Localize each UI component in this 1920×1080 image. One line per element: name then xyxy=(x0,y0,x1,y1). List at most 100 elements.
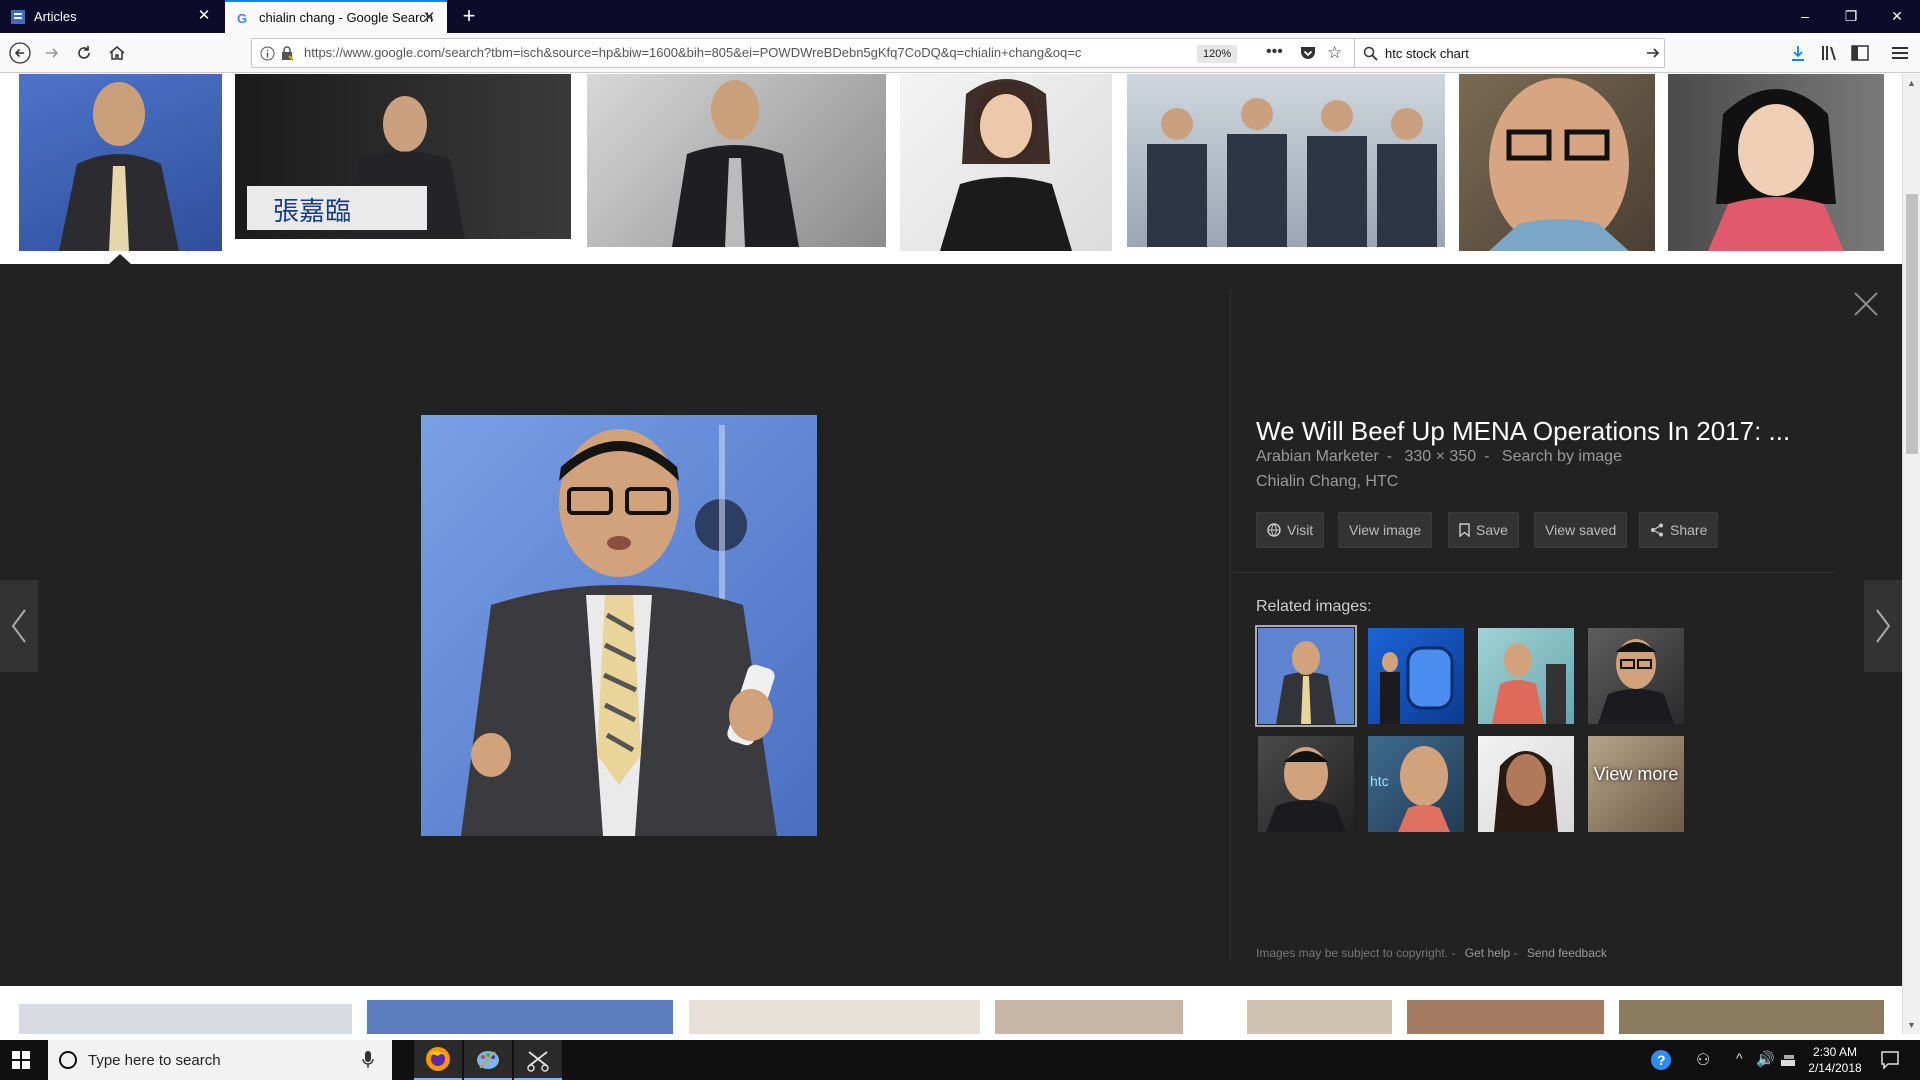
volume-icon[interactable]: 🔊 xyxy=(1756,1050,1775,1068)
image-preview-panel xyxy=(0,264,1902,986)
previous-image-button[interactable] xyxy=(0,580,38,672)
scroll-down-icon[interactable]: ▼ xyxy=(1907,1020,1916,1030)
preview-description: Chialin Chang, HTC xyxy=(1256,473,1399,490)
related-image[interactable] xyxy=(1478,628,1574,724)
restore-window-icon[interactable]: ❐ xyxy=(1828,0,1874,33)
result-thumbnail[interactable] xyxy=(995,1000,1183,1034)
menu-icon[interactable] xyxy=(1886,39,1914,67)
show-hidden-icons-icon[interactable]: ^ xyxy=(1736,1050,1743,1066)
related-image[interactable]: htc xyxy=(1368,736,1464,832)
result-thumbnail[interactable] xyxy=(689,1000,980,1034)
forward-button[interactable] xyxy=(38,39,66,67)
result-thumbnail[interactable] xyxy=(1459,74,1655,251)
info-icon[interactable] xyxy=(260,46,275,66)
preview-title[interactable]: We Will Beef Up MENA Operations In 2017:… xyxy=(1256,416,1790,447)
preview-divider xyxy=(1230,290,1231,960)
related-image-logo-text: htc xyxy=(1370,773,1389,789)
result-thumbnail[interactable] xyxy=(900,74,1112,251)
result-thumbnail[interactable] xyxy=(1247,1000,1392,1034)
snipping-tool-taskbar-icon[interactable] xyxy=(514,1040,562,1080)
view-more-label: View more xyxy=(1593,764,1679,784)
related-image[interactable] xyxy=(1258,736,1354,832)
source-site[interactable]: Arabian Marketer xyxy=(1256,448,1379,465)
tab-strip: Articles ✕ G chialin chang - Google Sear… xyxy=(0,0,1920,33)
taskbar-search-placeholder: Type here to search xyxy=(88,1052,221,1069)
library-icon[interactable] xyxy=(1815,39,1843,67)
reload-button[interactable] xyxy=(70,39,98,67)
close-window-icon[interactable]: ✕ xyxy=(1874,0,1920,33)
related-image[interactable] xyxy=(1478,736,1574,832)
result-thumbnail[interactable] xyxy=(19,74,222,251)
related-image[interactable] xyxy=(1588,628,1684,724)
next-image-button[interactable] xyxy=(1864,580,1902,672)
tab-articles[interactable]: Articles ✕ xyxy=(0,0,222,33)
downloads-icon[interactable] xyxy=(1784,39,1812,67)
view-saved-button[interactable]: View saved xyxy=(1534,512,1628,548)
url-bar[interactable]: https://www.google.com/search?tbm=isch&s… xyxy=(251,38,1361,68)
page-actions-icon[interactable]: ••• xyxy=(1266,43,1283,61)
svg-text:?: ? xyxy=(1657,1052,1666,1068)
share-button[interactable]: Share xyxy=(1639,512,1719,548)
search-by-image-link[interactable]: Search by image xyxy=(1502,448,1622,465)
search-bar[interactable]: htc stock chart xyxy=(1354,38,1665,68)
people-icon[interactable]: ⚇ xyxy=(1696,1050,1710,1070)
result-thumbnail[interactable] xyxy=(19,1004,352,1034)
close-tab-icon[interactable]: ✕ xyxy=(421,10,437,26)
home-button[interactable] xyxy=(103,39,131,67)
footer-separator: - xyxy=(1513,946,1518,960)
google-images-results: 張嘉臨 xyxy=(0,74,1902,1034)
system-clock[interactable]: 2:30 AM 2/14/2018 xyxy=(1800,1044,1870,1076)
clock-time: 2:30 AM xyxy=(1812,1045,1858,1059)
result-thumbnail[interactable] xyxy=(367,1000,673,1034)
scroll-up-icon[interactable]: ▲ xyxy=(1907,78,1916,88)
back-button[interactable] xyxy=(6,39,34,67)
visit-button[interactable]: Visit xyxy=(1256,512,1325,548)
result-thumbnail[interactable] xyxy=(1127,74,1445,247)
search-go-arrow-icon[interactable] xyxy=(1645,45,1661,66)
bookmark-star-icon[interactable]: ☆ xyxy=(1327,43,1342,63)
windows-taskbar: Type here to search ? ⚇ ^ 🔊 2:30 AM 2/14… xyxy=(0,1040,1920,1080)
preview-meta: Arabian Marketer - 330 × 350- Search by i… xyxy=(1256,448,1630,466)
page-scrollbar[interactable]: ▲ ▼ xyxy=(1902,74,1920,1034)
result-thumbnail[interactable]: 張嘉臨 xyxy=(235,74,571,239)
preview-main-image[interactable] xyxy=(421,415,817,836)
paint-taskbar-icon[interactable] xyxy=(464,1040,512,1080)
result-thumbnail[interactable] xyxy=(1407,1000,1604,1034)
related-image[interactable] xyxy=(1368,628,1464,724)
microphone-icon[interactable] xyxy=(362,1051,374,1074)
send-feedback-link[interactable]: Send feedback xyxy=(1527,946,1607,960)
get-help-link[interactable]: Get help xyxy=(1465,946,1510,960)
zoom-level-badge[interactable]: 120% xyxy=(1197,45,1238,63)
svg-text:G: G xyxy=(237,11,247,25)
related-image[interactable] xyxy=(1255,625,1357,727)
meta-separator: - xyxy=(1386,448,1393,465)
network-icon[interactable] xyxy=(1780,1051,1796,1072)
result-thumbnail[interactable] xyxy=(587,74,886,247)
tab-google-search[interactable]: G chialin chang - Google Search ✕ xyxy=(225,0,447,33)
help-icon[interactable]: ? xyxy=(1650,1049,1672,1076)
close-preview-icon[interactable] xyxy=(1852,290,1880,318)
pocket-icon[interactable] xyxy=(1300,46,1316,66)
save-button[interactable]: Save xyxy=(1448,512,1519,548)
lock-icon[interactable] xyxy=(280,46,294,66)
info-separator xyxy=(1233,572,1835,573)
minimize-window-icon[interactable]: – xyxy=(1782,0,1828,33)
result-thumbnail[interactable] xyxy=(1619,1000,1884,1034)
new-tab-button[interactable]: + xyxy=(455,3,483,31)
scrollbar-thumb[interactable] xyxy=(1906,194,1918,454)
view-image-button[interactable]: View image xyxy=(1338,512,1433,548)
action-center-icon[interactable] xyxy=(1880,1050,1900,1075)
clock-date: 2/14/2018 xyxy=(1808,1061,1862,1075)
share-icon xyxy=(1650,523,1664,537)
taskbar-search-box[interactable]: Type here to search xyxy=(48,1040,392,1080)
view-more-tile[interactable]: View more xyxy=(1588,736,1684,832)
windows-start-icon[interactable] xyxy=(12,1051,30,1074)
firefox-taskbar-icon[interactable] xyxy=(414,1040,462,1080)
meta-separator: - xyxy=(1484,448,1490,465)
close-tab-icon[interactable]: ✕ xyxy=(196,8,212,24)
tab-title: Articles xyxy=(34,9,77,24)
search-input[interactable]: htc stock chart xyxy=(1385,46,1469,61)
sidebar-icon[interactable] xyxy=(1846,39,1874,67)
result-thumbnail[interactable] xyxy=(1668,74,1884,251)
google-favicon-icon: G xyxy=(235,10,251,26)
